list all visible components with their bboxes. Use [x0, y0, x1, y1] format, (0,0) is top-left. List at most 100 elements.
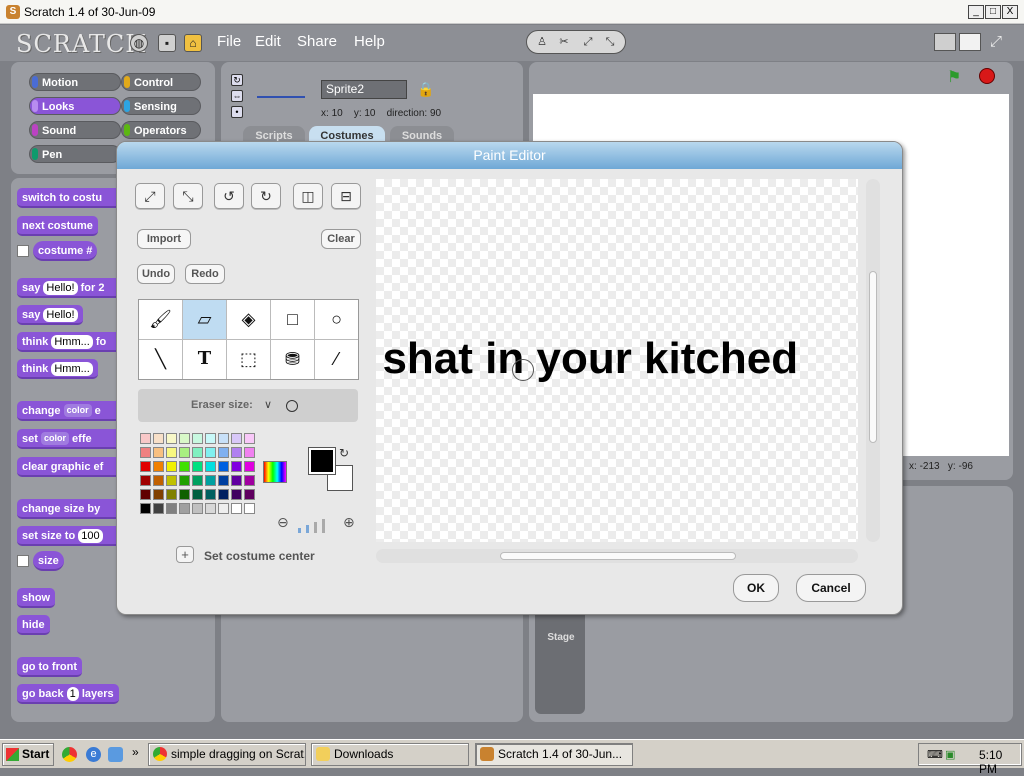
task-scratch[interactable]: Scratch 1.4 of 30-Jun... — [475, 743, 633, 766]
grow-icon[interactable]: ⤢ — [135, 183, 165, 209]
paint-canvas[interactable]: i shat in your kitched — [376, 179, 858, 542]
eraser-size-dropdown-icon[interactable]: ∨ — [264, 398, 272, 411]
maximize-button[interactable]: □ — [985, 5, 1001, 19]
canvas-vertical-scrollbar[interactable] — [866, 179, 880, 542]
color-swatch[interactable] — [153, 503, 164, 514]
color-swatch[interactable] — [231, 475, 242, 486]
text-icon[interactable]: T — [183, 340, 227, 379]
color-swatch[interactable] — [205, 461, 216, 472]
duplicate-tool-icon[interactable]: ♙ — [533, 34, 551, 50]
stamp-icon[interactable]: ⛃ — [271, 340, 315, 379]
tray-keyboard-icon[interactable]: ⌨ — [927, 748, 943, 761]
line-icon[interactable]: ╲ — [139, 340, 183, 379]
swap-colors-icon[interactable]: ↻ — [339, 446, 349, 460]
color-swatch[interactable] — [231, 433, 242, 444]
quick-launch-more-icon[interactable]: » — [132, 745, 139, 759]
close-button[interactable]: X — [1002, 5, 1018, 19]
color-swatch[interactable] — [205, 489, 216, 500]
color-swatch[interactable] — [153, 475, 164, 486]
color-swatch[interactable] — [179, 433, 190, 444]
clear-button[interactable]: Clear — [321, 229, 361, 249]
category-motion[interactable]: Motion — [29, 73, 121, 91]
undo-button[interactable]: Undo — [137, 264, 175, 284]
minimize-button[interactable]: _ — [968, 5, 984, 19]
zoom-level-bar[interactable] — [314, 522, 317, 533]
menu-edit[interactable]: Edit — [255, 33, 281, 50]
color-swatch[interactable] — [218, 489, 229, 500]
horizontal-scroll-thumb[interactable] — [500, 552, 736, 560]
paintbrush-icon[interactable]: 🖌 — [139, 300, 183, 340]
cancel-button[interactable]: Cancel — [796, 574, 866, 602]
sprite-name-field[interactable]: Sprite2 — [321, 80, 407, 99]
flip-horizontal-icon[interactable]: ◫ — [293, 183, 323, 209]
color-swatch[interactable] — [231, 461, 242, 472]
color-swatch[interactable] — [244, 503, 255, 514]
eraser-icon[interactable]: ▱ — [183, 300, 227, 340]
effect-dropdown[interactable]: color — [63, 404, 92, 417]
checkbox-size[interactable] — [17, 555, 29, 567]
color-swatch[interactable] — [205, 433, 216, 444]
primary-color[interactable] — [308, 447, 336, 475]
chrome-icon[interactable] — [62, 747, 77, 762]
color-swatch[interactable] — [179, 447, 190, 458]
block-clear-effects[interactable]: clear graphic ef — [17, 457, 127, 477]
block-set-size[interactable]: set size to 100 — [17, 526, 127, 546]
color-swatch[interactable] — [244, 447, 255, 458]
zoom-level-bar[interactable] — [298, 528, 301, 533]
menu-file[interactable]: File — [217, 33, 241, 50]
color-swatch[interactable] — [218, 433, 229, 444]
color-swatch[interactable] — [140, 475, 151, 486]
color-swatch[interactable] — [140, 489, 151, 500]
menu-share[interactable]: Share — [297, 33, 337, 50]
canvas-horizontal-scrollbar[interactable] — [376, 549, 858, 563]
globe-icon[interactable]: ◍ — [130, 34, 148, 52]
color-swatch[interactable] — [179, 503, 190, 514]
zoom-out-icon[interactable]: ⊖ — [277, 514, 289, 531]
menu-help[interactable]: Help — [354, 33, 385, 50]
shrink-tool-icon[interactable]: ⤡ — [601, 34, 619, 50]
color-swatch[interactable] — [205, 503, 216, 514]
color-swatch[interactable] — [192, 503, 203, 514]
select-icon[interactable]: ⬚ — [227, 340, 271, 379]
color-swatch[interactable] — [231, 447, 242, 458]
presentation-mode-icon[interactable]: ⤢ — [990, 33, 1002, 50]
rotate-ccw-icon[interactable]: ↺ — [214, 183, 244, 209]
block-go-to-front[interactable]: go to front — [17, 657, 82, 677]
color-swatch[interactable] — [192, 461, 203, 472]
block-think-for[interactable]: think Hmm... fo — [17, 332, 127, 352]
tray-network-icon[interactable]: ▣ — [945, 748, 955, 761]
color-swatch[interactable] — [231, 489, 242, 500]
color-swatch[interactable] — [166, 433, 177, 444]
green-flag-icon[interactable]: ⚑ — [947, 67, 967, 86]
task-downloads[interactable]: Downloads — [311, 743, 469, 766]
color-swatch[interactable] — [153, 489, 164, 500]
category-sensing[interactable]: Sensing — [121, 97, 201, 115]
checkbox-costume-number[interactable] — [17, 245, 29, 257]
quick-launch-icon[interactable] — [108, 747, 123, 762]
fill-icon[interactable]: ◈ — [227, 300, 271, 340]
color-swatch[interactable] — [244, 433, 255, 444]
color-swatch[interactable] — [179, 489, 190, 500]
set-size-input[interactable]: 100 — [78, 529, 103, 543]
block-hide[interactable]: hide — [17, 615, 50, 635]
color-swatch[interactable] — [166, 489, 177, 500]
color-swatch[interactable] — [166, 503, 177, 514]
start-button[interactable]: Start — [2, 743, 54, 766]
set-center-icon[interactable]: + — [176, 546, 194, 563]
stop-icon[interactable] — [979, 68, 995, 84]
category-sound[interactable]: Sound — [29, 121, 121, 139]
redo-button[interactable]: Redo — [185, 264, 225, 284]
color-swatch[interactable] — [192, 475, 203, 486]
block-next-costume[interactable]: next costume — [17, 216, 98, 236]
color-swatch[interactable] — [218, 503, 229, 514]
category-pen[interactable]: Pen — [29, 145, 121, 163]
block-show[interactable]: show — [17, 588, 56, 608]
color-swatch[interactable] — [244, 475, 255, 486]
color-swatch[interactable] — [244, 461, 255, 472]
delete-tool-icon[interactable]: ✂ — [555, 34, 573, 50]
block-say[interactable]: say Hello! — [17, 305, 83, 325]
color-swatch[interactable] — [166, 447, 177, 458]
block-switch-costume[interactable]: switch to costu — [17, 188, 127, 208]
flip-style-icon[interactable]: ⇔ — [231, 90, 243, 102]
think-input[interactable]: Hmm... — [51, 362, 93, 376]
